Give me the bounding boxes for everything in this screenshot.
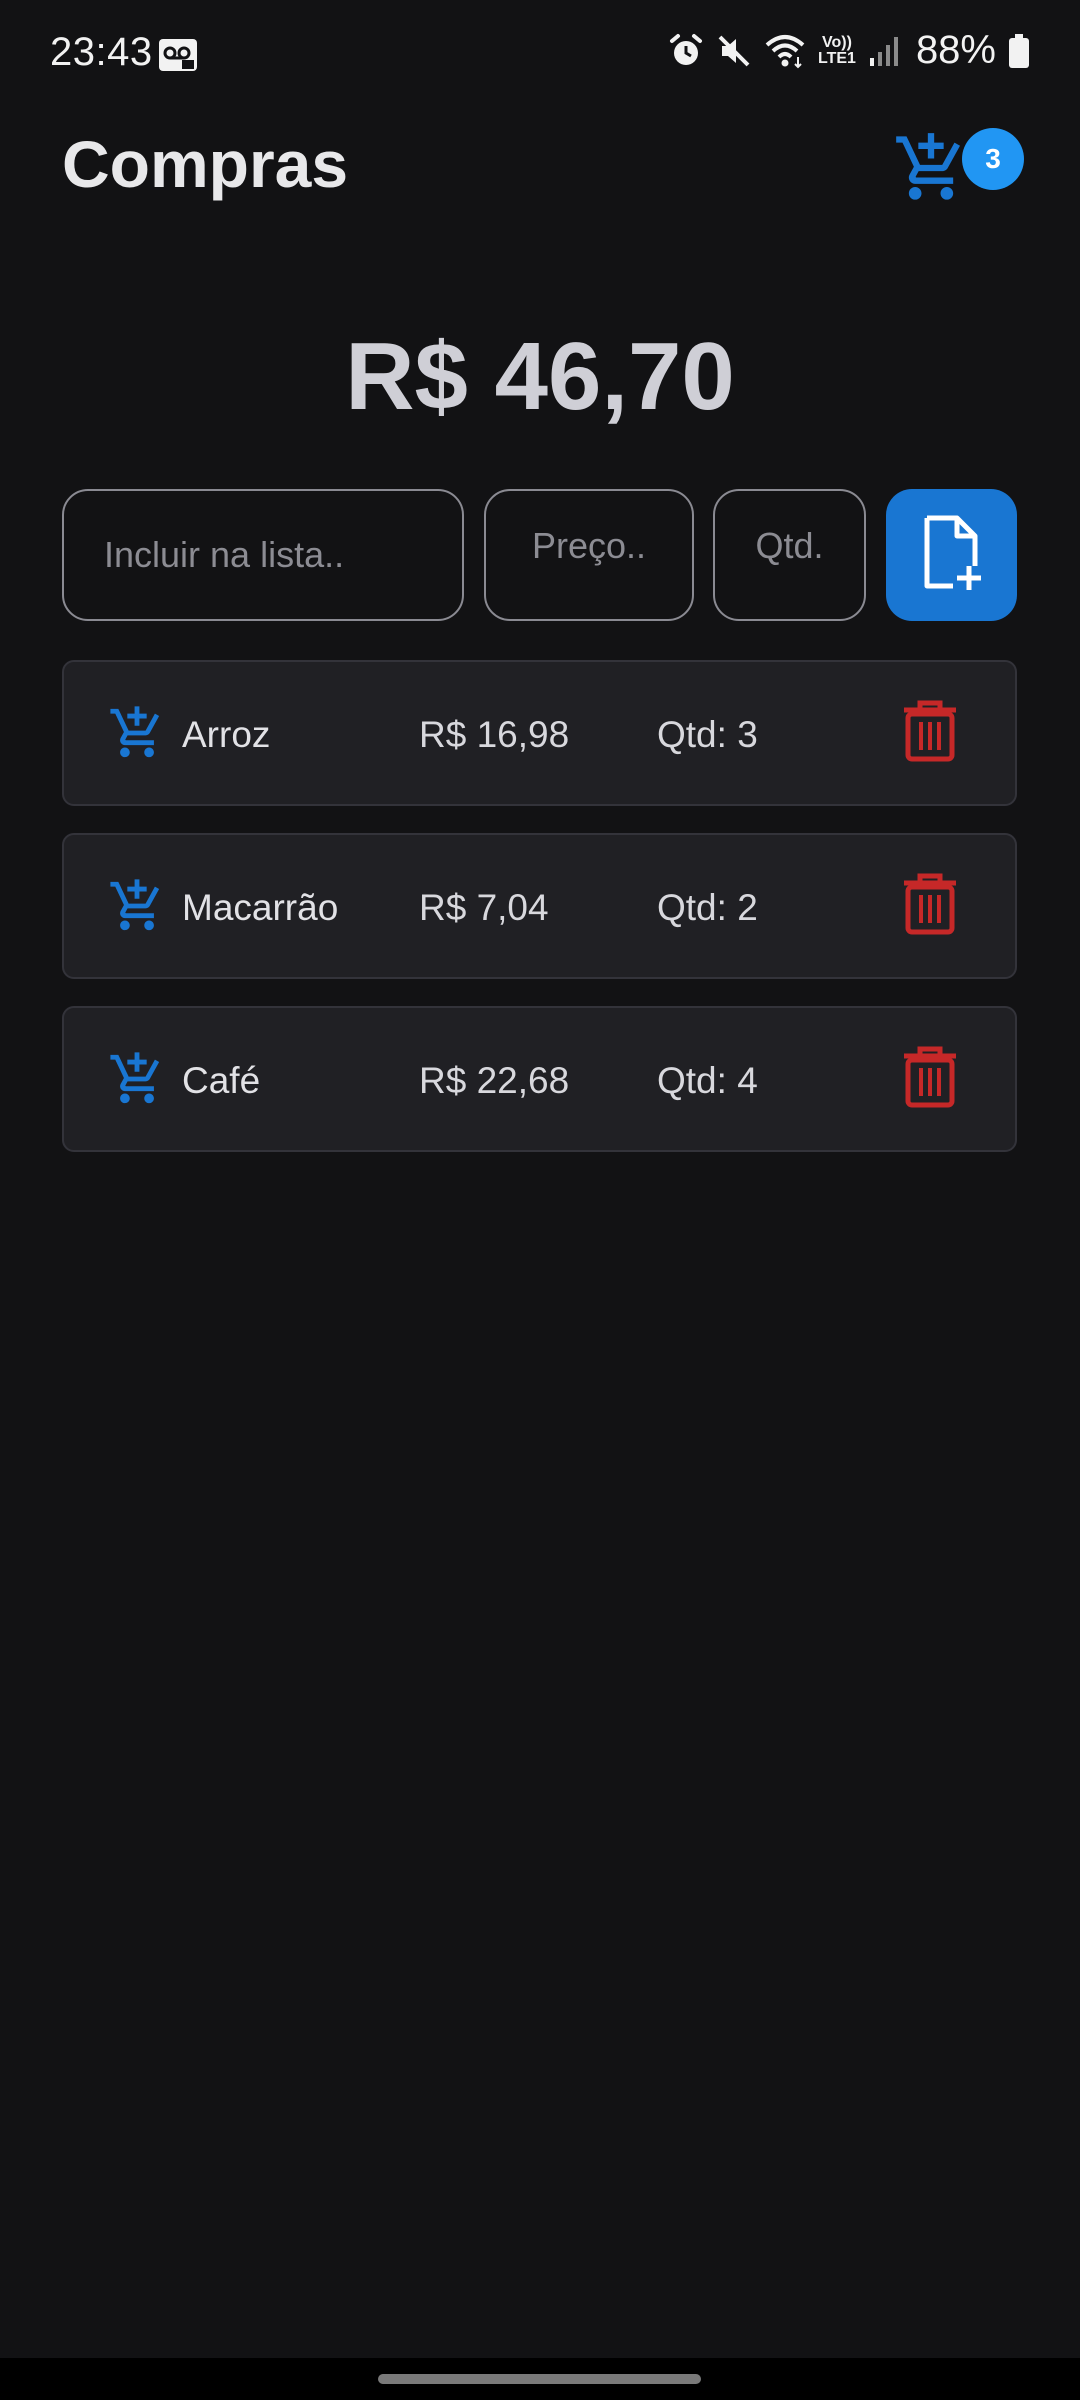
- item-name: Café: [182, 1060, 261, 1101]
- status-bar: 23:43 Vo)) LTE1 88%: [0, 0, 1080, 110]
- battery-level: 88%: [915, 28, 996, 72]
- list-item: Arroz R$ 16,98 Qtd: 3: [62, 660, 1017, 806]
- list-item: Macarrão R$ 7,04 Qtd: 2: [62, 833, 1017, 979]
- file-plus-icon: [919, 514, 985, 597]
- delete-item-button[interactable]: [902, 1046, 958, 1113]
- navigation-bar: [0, 2358, 1080, 2400]
- cart-add-icon: [108, 877, 166, 940]
- cart-count-badge: 3: [962, 128, 1024, 190]
- item-name: Macarrão: [182, 887, 339, 928]
- item-quantity: Qtd: 3: [657, 714, 758, 755]
- cart-add-icon: [108, 1050, 166, 1113]
- price-input[interactable]: [484, 489, 694, 621]
- cart-add-icon: [108, 704, 166, 767]
- status-time: 23:43: [50, 30, 153, 74]
- trash-icon: [904, 873, 956, 935]
- item-price: R$ 7,04: [419, 887, 549, 928]
- quantity-input[interactable]: [713, 489, 866, 621]
- shopping-list: Arroz R$ 16,98 Qtd: 3 Macarrão R$ 7,04 Q…: [62, 660, 1017, 1179]
- app-screen: 23:43 Vo)) LTE1 88% Compras 3 R$ 46,70 I…: [0, 0, 1080, 2400]
- item-price: R$ 22,68: [419, 1060, 570, 1101]
- item-name-input[interactable]: [62, 489, 464, 621]
- mute-icon: [716, 33, 752, 69]
- list-item: Café R$ 22,68 Qtd: 4: [62, 1006, 1017, 1152]
- item-quantity: Qtd: 2: [657, 887, 758, 928]
- cart-add-icon: [890, 130, 972, 211]
- cart-button[interactable]: 3: [890, 128, 1030, 208]
- delete-item-button[interactable]: [902, 700, 958, 767]
- trash-icon: [904, 1046, 956, 1108]
- status-icons: Vo)) LTE1 88%: [668, 28, 1030, 73]
- wifi-icon: [764, 33, 806, 69]
- total-amount: R$ 46,70: [345, 323, 735, 430]
- delete-item-button[interactable]: [902, 873, 958, 940]
- alarm-icon: [668, 33, 704, 69]
- voicemail-icon: [158, 38, 198, 77]
- item-price: R$ 16,98: [419, 714, 570, 755]
- item-quantity: Qtd: 4: [657, 1060, 758, 1101]
- page-title: Compras: [62, 127, 349, 201]
- trash-icon: [904, 700, 956, 762]
- network-label-top: Vo)): [822, 33, 852, 51]
- battery-icon: [1008, 33, 1030, 69]
- add-item-button[interactable]: [886, 489, 1017, 621]
- network-label-bottom: LTE1: [818, 49, 856, 67]
- item-name: Arroz: [182, 714, 271, 755]
- signal-icon: [868, 34, 900, 68]
- home-indicator[interactable]: [378, 2374, 701, 2384]
- network-type-icon: Vo)) LTE1: [818, 33, 856, 67]
